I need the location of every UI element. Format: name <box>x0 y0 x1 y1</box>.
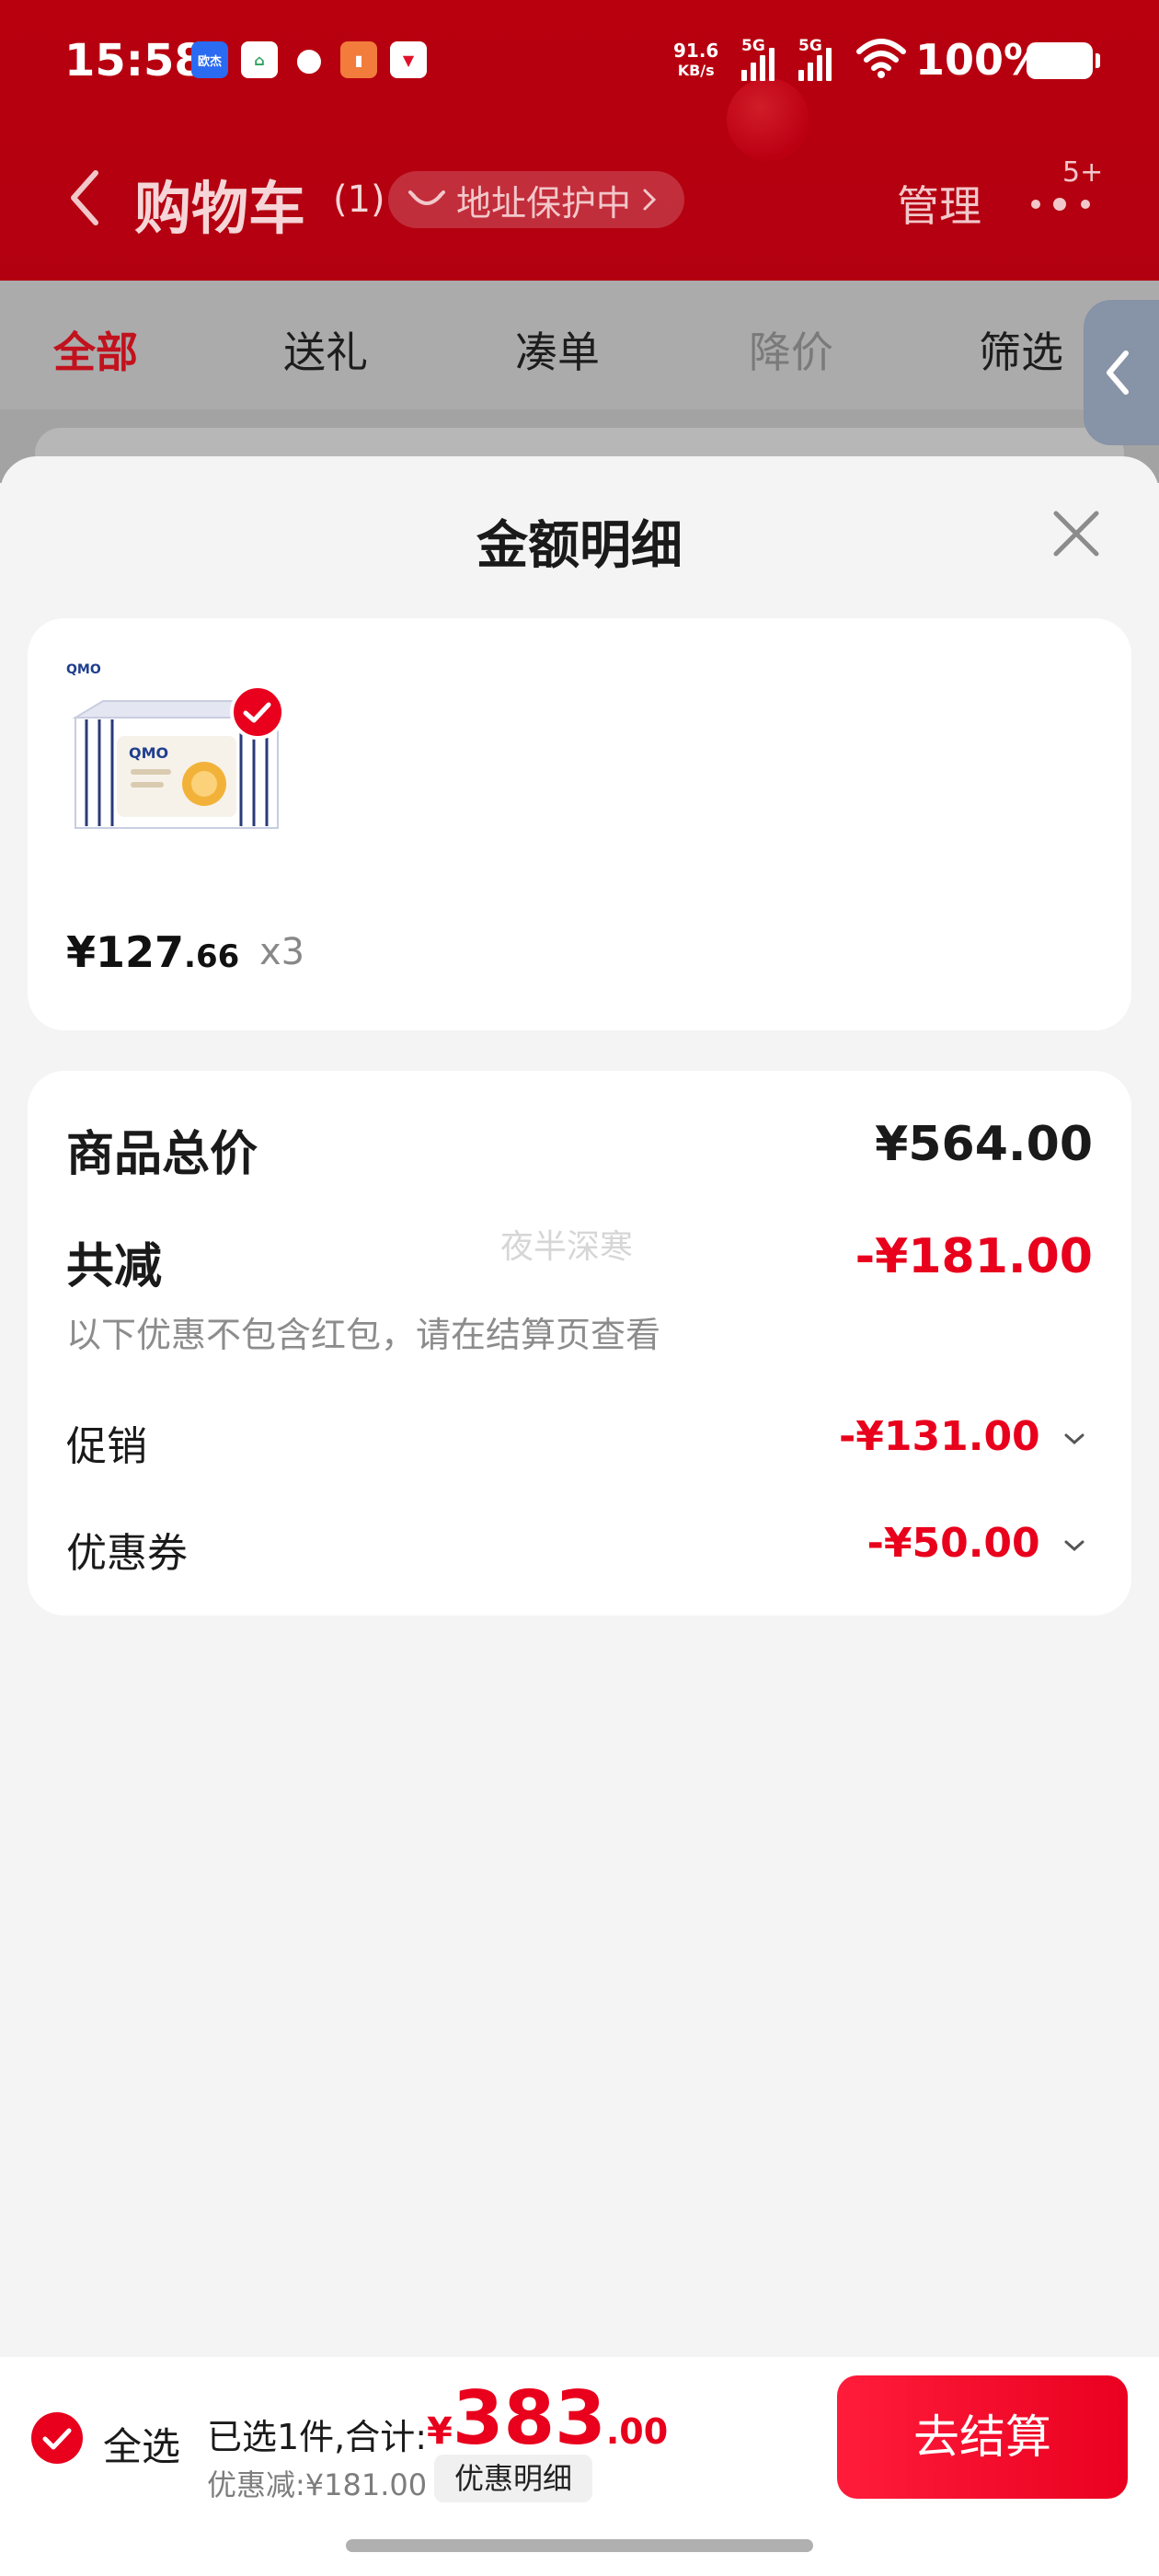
app-house-icon: ⌂ <box>241 41 278 78</box>
smile-icon <box>408 190 445 205</box>
checkout-button[interactable]: 去结算 <box>837 2375 1128 2499</box>
chevron-left-icon <box>1107 351 1129 395</box>
amount-detail-sheet: 金额明细 QMO QMO ¥127.66 x3 商品总价 ¥564.00 夜半深… <box>0 456 1159 2576</box>
signal-icon-2: 5G <box>798 37 832 81</box>
coupon-row-toggle[interactable]: -¥50.00 <box>867 1520 1085 1567</box>
total-price: ¥383.00 <box>427 2375 669 2461</box>
qq-icon: ● <box>295 41 323 78</box>
cart-count: (1) <box>333 178 385 221</box>
app-orange-icon: ▮ <box>340 41 377 78</box>
coupon-value: -¥50.00 <box>866 1520 1040 1567</box>
reduction-value: -¥181.00 <box>855 1229 1093 1284</box>
promo-value: -¥131.00 <box>839 1413 1040 1460</box>
filter-tabs: 全部 送礼 凑单 降价 筛选 <box>0 281 1159 409</box>
address-protection-pill[interactable]: 地址保护中 <box>388 171 685 228</box>
sheet-title: 金额明细 <box>476 516 683 576</box>
svg-text:QMO: QMO <box>129 744 168 762</box>
more-badge: 5+ <box>1062 156 1104 189</box>
reduction-note: 以下优惠不包含红包，请在结算页查看 <box>66 1315 661 1355</box>
status-bar: 15:58 欧杰 ⌂ ● ▮ ▼ 91.6 KB/s 5G 5G 100% <box>0 0 1159 124</box>
status-time: 15:58 <box>64 35 205 86</box>
app-blue-icon: 欧杰 <box>191 41 228 78</box>
check-icon <box>42 2428 72 2450</box>
manage-button[interactable]: 管理 <box>897 173 981 234</box>
tab-bundle[interactable]: 凑单 <box>515 319 600 380</box>
more-dots-icon[interactable] <box>1028 184 1098 239</box>
item-quantity: x3 <box>259 931 305 973</box>
chevron-right-icon <box>643 189 657 211</box>
tab-all[interactable]: 全部 <box>53 319 138 380</box>
goods-total-label: 商品总价 <box>66 1127 258 1182</box>
close-icon[interactable] <box>1049 506 1104 561</box>
wifi-icon <box>856 39 906 78</box>
battery-icon <box>1027 42 1100 79</box>
chevron-down-icon <box>1064 1433 1084 1445</box>
price-summary-card: 商品总价 ¥564.00 夜半深寒 共减 -¥181.00 以下优惠不包含红包，… <box>28 1071 1131 1616</box>
check-icon <box>243 702 271 723</box>
notification-icons: 欧杰 ⌂ ● ▮ ▼ <box>191 41 427 78</box>
coupon-label: 优惠券 <box>66 1530 188 1577</box>
item-selected-check[interactable] <box>230 684 285 740</box>
address-protection-label: 地址保护中 <box>456 182 632 224</box>
tab-filter[interactable]: 筛选 <box>979 319 1063 380</box>
back-arrow-icon[interactable] <box>63 166 107 230</box>
promo-label: 促销 <box>66 1423 147 1470</box>
header-bar: 15:58 欧杰 ⌂ ● ▮ ▼ 91.6 KB/s 5G 5G 100% 购物… <box>0 0 1159 281</box>
home-indicator[interactable] <box>346 2539 813 2552</box>
side-panel-handle[interactable] <box>1084 300 1159 445</box>
product-card: QMO QMO ¥127.66 x3 <box>28 618 1131 1030</box>
discount-summary: 优惠减:¥181.00 <box>207 2467 428 2502</box>
watermark: 夜半深寒 <box>500 1228 634 1266</box>
tab-price-drop[interactable]: 降价 <box>749 319 833 380</box>
selected-summary: 已选1件,合计: <box>207 2417 428 2457</box>
select-all-label[interactable]: 全选 <box>103 2416 180 2472</box>
reduction-label: 共减 <box>66 1239 163 1294</box>
tab-gift[interactable]: 送礼 <box>283 319 368 380</box>
goods-total-value: ¥564.00 <box>875 1117 1093 1172</box>
nav-row: 购物车 (1) 地址保护中 管理 <box>0 156 1159 248</box>
signal-icon-1: 5G <box>741 37 775 81</box>
chevron-down-icon <box>1064 1540 1084 1552</box>
product-image[interactable]: QMO QMO <box>66 655 287 839</box>
svg-text:QMO: QMO <box>66 662 101 677</box>
unit-price: ¥127.66 <box>66 927 240 977</box>
net-speed: 91.6 KB/s <box>673 40 719 79</box>
select-all-checkbox[interactable] <box>31 2412 83 2464</box>
promo-row-toggle[interactable]: -¥131.00 <box>839 1413 1085 1460</box>
app-red-icon: ▼ <box>390 41 427 78</box>
discount-detail-button[interactable]: 优惠明细 <box>434 2455 593 2502</box>
page-title: 购物车 <box>134 175 306 242</box>
